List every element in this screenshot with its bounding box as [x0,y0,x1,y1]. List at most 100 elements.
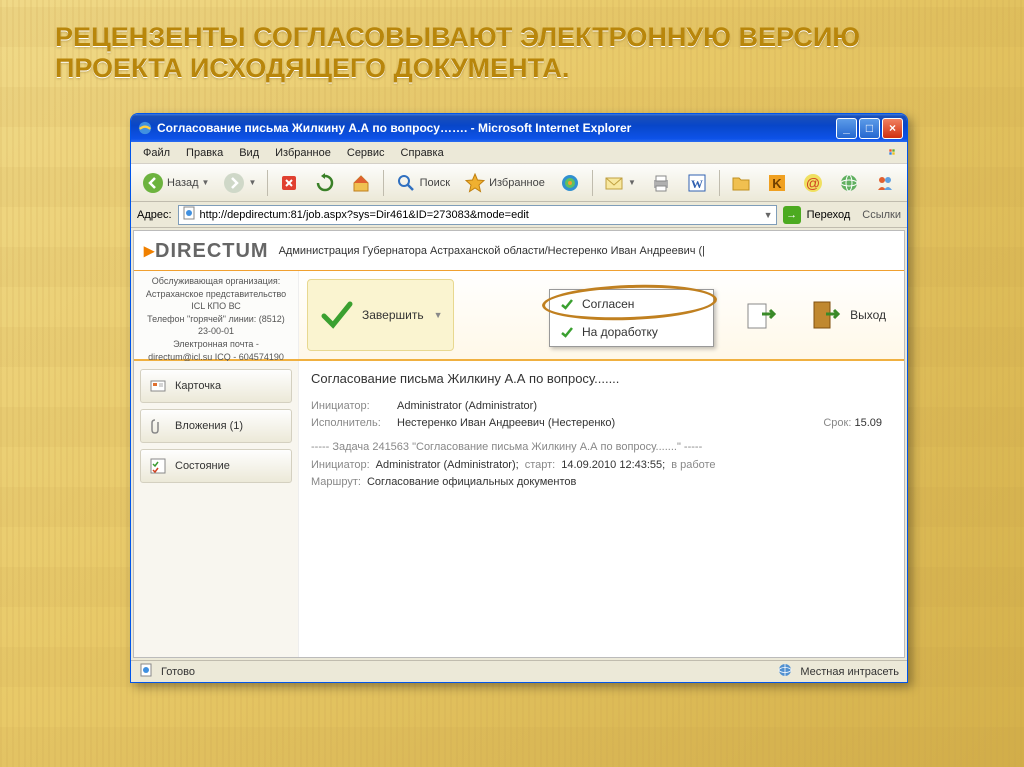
at-button[interactable]: @ [797,168,829,198]
srok-value: 15.09 [854,417,882,429]
status-bar: Готово Местная интрасеть [131,660,907,682]
address-input-wrapper[interactable]: ▼ [178,205,777,225]
favorites-label: Избранное [489,177,545,189]
org-info: Обслуживающая организация: Астраханское … [134,271,299,359]
search-icon [395,172,417,194]
address-input[interactable] [200,209,760,221]
initiator2-value: Administrator (Administrator); [376,459,519,471]
agree-label: Согласен [582,297,634,311]
mail-icon [603,172,625,194]
complete-label: Завершить [362,308,424,322]
start-label: старт: [525,459,556,471]
folder-button[interactable] [725,168,757,198]
menu-tools[interactable]: Сервис [341,145,391,161]
initiator2-label: Инициатор: [311,459,370,471]
tab-card-label: Карточка [175,380,221,392]
ie-icon [137,120,153,136]
globe-button[interactable] [833,168,865,198]
links-label[interactable]: Ссылки [862,209,901,221]
media-button[interactable] [554,168,586,198]
dropdown-arrow-icon: ▼ [434,310,443,320]
word-button[interactable]: W [681,168,713,198]
people-icon [874,172,896,194]
dropdown-arrow-icon: ▼ [248,178,256,187]
star-icon [464,172,486,194]
status-icon [149,457,167,475]
home-button[interactable] [345,168,377,198]
refresh-button[interactable] [309,168,341,198]
tab-status[interactable]: Состояние [140,449,292,483]
home-icon [350,172,372,194]
complete-button[interactable]: Завершить ▼ [307,279,454,351]
menu-view[interactable]: Вид [233,145,265,161]
status-suffix: в работе [671,459,715,471]
side-tabs: Карточка Вложения (1) Состояние [134,361,299,657]
tab-card[interactable]: Карточка [140,369,292,403]
performer-label: Исполнитель: [311,417,391,429]
back-label: Назад [167,177,199,189]
maximize-button[interactable]: □ [859,118,880,139]
back-button[interactable]: Назад ▼ [137,168,214,198]
print-button[interactable] [645,168,677,198]
globe-icon [838,172,860,194]
initiator-value: Administrator (Administrator) [397,400,537,412]
dropdown-arrow-icon[interactable]: ▼ [764,210,773,220]
dropdown-rework[interactable]: На доработку [550,318,713,346]
menu-edit[interactable]: Правка [180,145,229,161]
slide-title: РЕЦЕНЗЕНТЫ СОГЛАСОВЫВАЮТ ЭЛЕКТРОННУЮ ВЕР… [55,22,969,84]
stop-icon [278,172,300,194]
close-button[interactable]: × [882,118,903,139]
export-icon [742,296,780,334]
svg-text:@: @ [806,175,820,191]
exit-icon [806,296,844,334]
directum-subtitle: Администрация Губернатора Астраханской о… [279,245,705,257]
titlebar: Согласование письма Жилкину А.А по вопро… [131,114,907,142]
search-button[interactable]: Поиск [390,168,455,198]
at-icon: @ [802,172,824,194]
dropdown-agree[interactable]: Согласен [550,290,713,318]
check-icon [318,296,356,334]
menu-help[interactable]: Справка [395,145,450,161]
menu-file[interactable]: Файл [137,145,176,161]
svg-text:W: W [691,177,703,191]
start-value: 14.09.2010 12:43:55; [561,459,665,471]
route-value: Согласование официальных документов [367,476,576,488]
page-icon [182,206,196,223]
people-button[interactable] [869,168,901,198]
go-label: Переход [807,209,851,221]
actions-bar: Завершить ▼ Согласен На доработку [299,271,904,359]
clip-icon [149,417,167,435]
tab-status-label: Состояние [175,460,230,472]
exit-button[interactable]: Выход [796,279,896,351]
page-content: ▸DIRECTUM Администрация Губернатора Астр… [133,230,905,658]
tab-attachments-label: Вложения (1) [175,420,243,432]
forward-button[interactable]: ▼ [218,168,261,198]
toolbar: Назад ▼ ▼ Поиск Избранное ▼ W K @ [131,164,907,202]
page-status-icon [139,663,153,680]
address-bar: Адрес: ▼ → Переход Ссылки [131,202,907,228]
refresh-icon [314,172,336,194]
k-button[interactable]: K [761,168,793,198]
dropdown-arrow-icon: ▼ [202,178,210,187]
stop-button[interactable] [273,168,305,198]
menubar: Файл Правка Вид Избранное Сервис Справка [131,142,907,164]
favorites-button[interactable]: Избранное [459,168,550,198]
tab-attachments[interactable]: Вложения (1) [140,409,292,443]
word-icon: W [686,172,708,194]
complete-dropdown: Согласен На доработку [549,289,714,347]
back-icon [142,172,164,194]
minimize-button[interactable]: _ [836,118,857,139]
go-button[interactable]: → [783,206,801,224]
menu-favorites[interactable]: Избранное [269,145,337,161]
srok-label: Срок: [823,417,851,429]
mail-button[interactable]: ▼ [598,168,641,198]
print-icon [650,172,672,194]
zone-text: Местная интрасеть [800,666,899,678]
export-button[interactable] [732,279,790,351]
card-icon [149,377,167,395]
task-divider: ----- Задача 241563 "Согласование письма… [311,441,892,453]
svg-text:K: K [772,176,782,191]
media-icon [559,172,581,194]
window-title: Согласование письма Жилкину А.А по вопро… [157,121,836,135]
status-text: Готово [161,666,195,678]
